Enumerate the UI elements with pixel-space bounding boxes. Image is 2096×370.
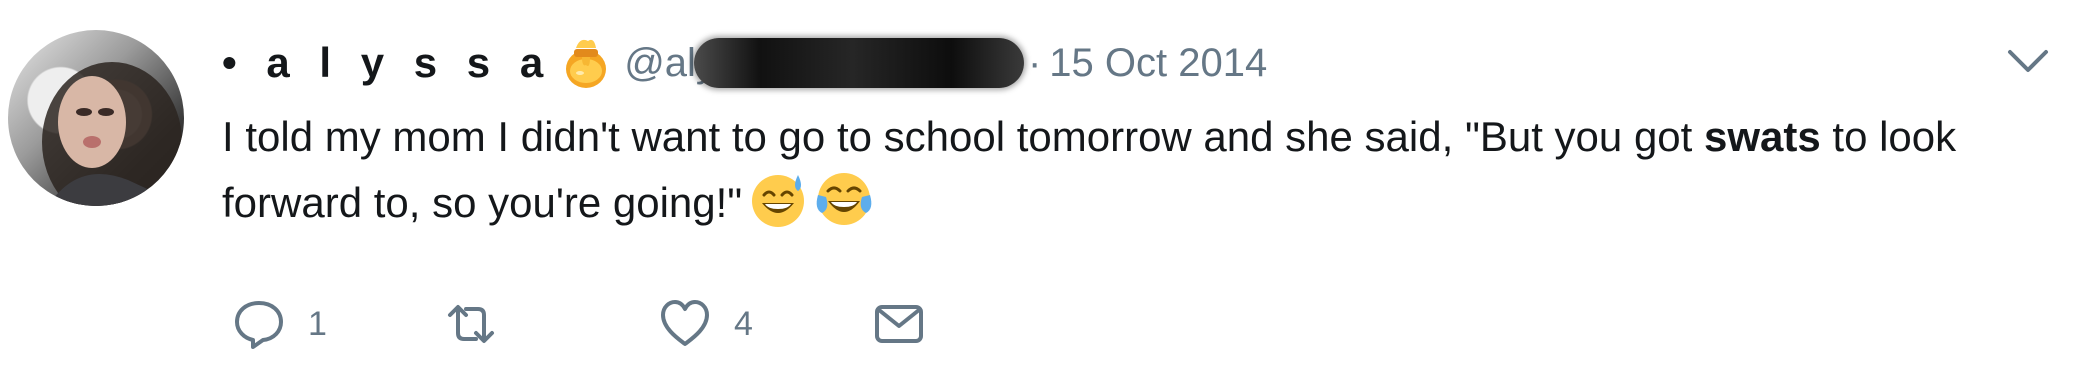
honey-pot-icon — [558, 35, 614, 91]
redaction-mark — [693, 38, 1024, 88]
tweet-header: • a l y s s a @aly · 15 Oct 2014 — [222, 30, 1267, 96]
heart-icon[interactable] — [658, 297, 712, 351]
display-name[interactable]: • a l y s s a — [222, 39, 552, 87]
tears-of-joy-emoji — [814, 169, 874, 229]
chevron-down-icon[interactable] — [2006, 46, 2050, 76]
avatar[interactable] — [8, 30, 184, 206]
separator-dot: · — [1027, 40, 1042, 85]
tweet-text-part1: I told my mom I didn't want to go to sch… — [222, 113, 1704, 160]
tweet[interactable]: • a l y s s a @aly · 15 Oct 2014 I told … — [0, 0, 2096, 370]
timestamp[interactable]: 15 Oct 2014 — [1049, 41, 1267, 86]
like-button[interactable]: 4 — [658, 296, 753, 352]
reply-icon[interactable] — [232, 297, 286, 351]
retweet-button[interactable] — [444, 296, 520, 352]
like-count: 4 — [734, 304, 753, 343]
tweet-text: I told my mom I didn't want to go to sch… — [222, 104, 2062, 235]
tweet-actions: 1 4 — [232, 296, 1232, 352]
reply-button[interactable]: 1 — [232, 296, 327, 352]
direct-message-button[interactable] — [872, 296, 926, 352]
reply-count: 1 — [308, 304, 327, 343]
tweet-text-bold: swats — [1704, 113, 1821, 160]
retweet-icon[interactable] — [444, 297, 498, 351]
sweat-smile-emoji — [748, 169, 808, 229]
envelope-icon[interactable] — [872, 297, 926, 351]
